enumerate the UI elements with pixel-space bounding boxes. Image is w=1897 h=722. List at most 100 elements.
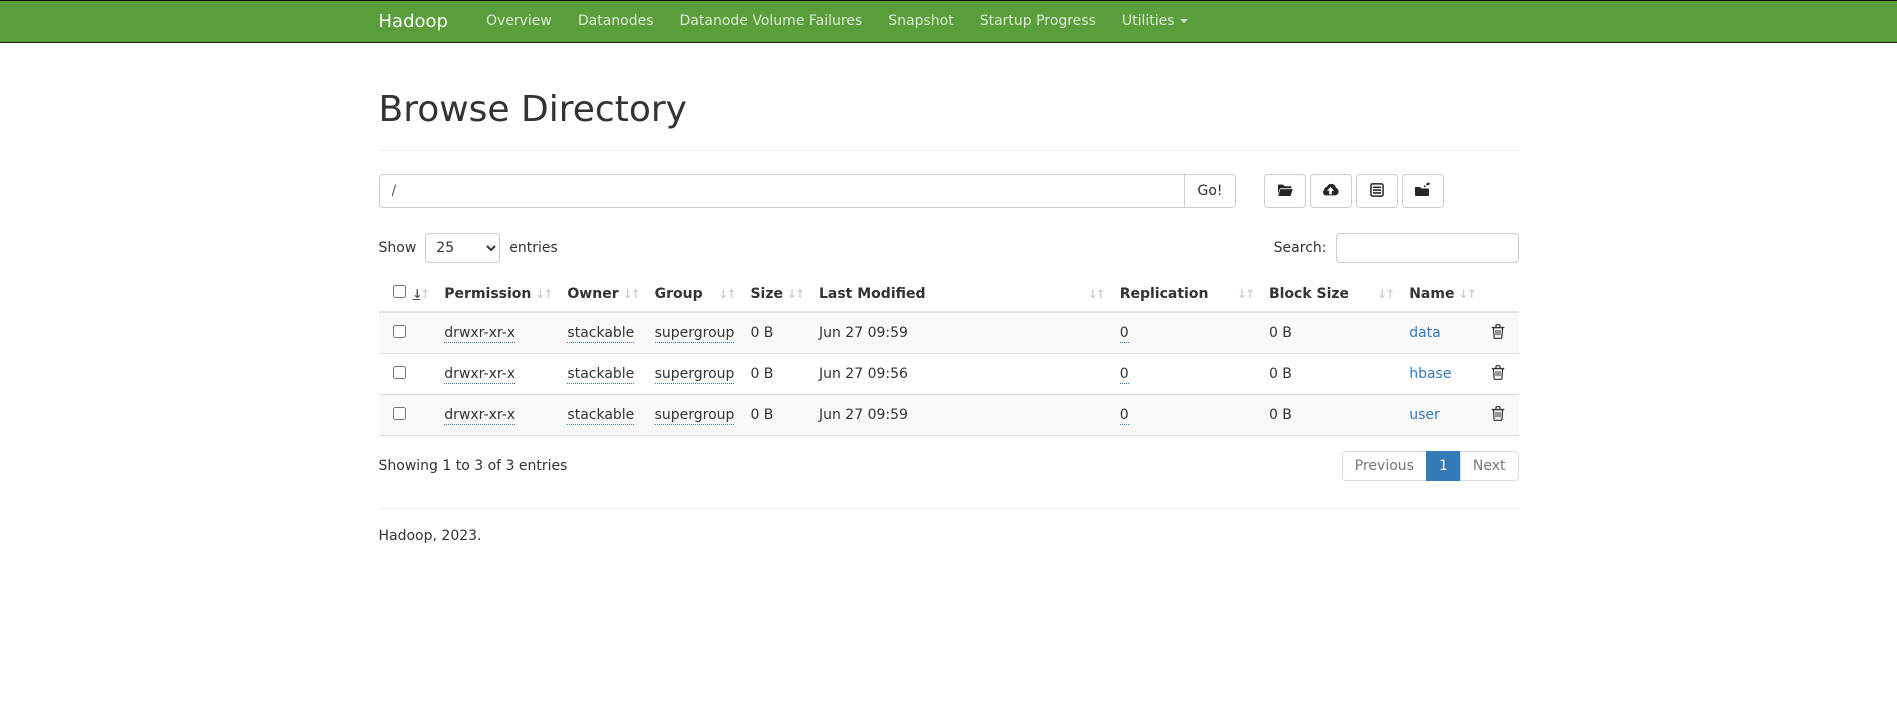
last-modified-value: Jun 27 09:59 — [819, 407, 908, 423]
header-size[interactable]: Size ↓↑ — [742, 276, 811, 312]
pagination-page-1: 1 — [1427, 451, 1461, 481]
divider — [379, 150, 1519, 151]
page-1-button[interactable]: 1 — [1426, 451, 1461, 481]
replication-value[interactable]: 0 — [1120, 366, 1129, 384]
explorer-action-buttons — [1264, 174, 1444, 208]
explorer-bar: Go! — [379, 174, 1519, 208]
search-label: Search: — [1274, 240, 1327, 256]
previous-button[interactable]: Previous — [1342, 451, 1427, 481]
header-select-all[interactable]: ↓↑ — [379, 276, 437, 312]
go-button[interactable]: Go! — [1185, 174, 1235, 208]
trash-icon — [1491, 327, 1505, 342]
page-size-control: Show 25 entries — [379, 233, 558, 263]
select-all-checkbox[interactable] — [393, 285, 406, 298]
last-modified-value: Jun 27 09:59 — [819, 325, 908, 341]
size-value: 0 B — [750, 325, 773, 341]
header-last-modified-label: Last Modified — [819, 286, 926, 302]
pagination: Previous 1 Next — [1342, 451, 1519, 481]
delete-button[interactable] — [1491, 364, 1505, 383]
header-group[interactable]: Group ↓↑ — [647, 276, 743, 312]
nav-item-overview[interactable]: Overview — [473, 1, 565, 42]
header-block-size[interactable]: Block Size↓↑ — [1261, 276, 1401, 312]
cut-paste-button[interactable] — [1356, 174, 1398, 208]
row-checkbox[interactable] — [393, 325, 406, 338]
move-button[interactable] — [1402, 174, 1444, 208]
sort-icon: ↓↑ — [787, 287, 803, 301]
header-actions — [1483, 276, 1519, 312]
group-value[interactable]: supergroup — [655, 325, 735, 343]
directory-table: ↓↑ Permission ↓↑ Owner ↓↑ Group ↓↑ Size ↓↑ L… — [379, 276, 1519, 436]
header-name[interactable]: Name↓↑ — [1401, 276, 1482, 312]
sort-icon: ↓↑ — [412, 287, 428, 301]
header-size-label: Size — [750, 286, 783, 302]
owner-value[interactable]: stackable — [567, 366, 634, 384]
search-control: Search: — [1274, 233, 1519, 263]
sort-icon: ↓↑ — [1088, 287, 1104, 301]
nav-item-datanodes[interactable]: Datanodes — [565, 1, 667, 42]
replication-value[interactable]: 0 — [1120, 407, 1129, 425]
sort-icon: ↓↑ — [535, 287, 551, 301]
row-checkbox[interactable] — [393, 407, 406, 420]
delete-button[interactable] — [1491, 323, 1505, 342]
search-input[interactable] — [1336, 233, 1519, 263]
header-owner-label: Owner — [567, 286, 618, 302]
upload-file-button[interactable] — [1310, 174, 1352, 208]
table-controls: Show 25 entries Search: — [379, 233, 1519, 263]
page-title: Browse Directory — [379, 89, 1519, 130]
table-footer: Showing 1 to 3 of 3 entries Previous 1 N… — [379, 451, 1519, 481]
pagination-previous: Previous — [1342, 451, 1427, 481]
block-size-value: 0 B — [1269, 407, 1292, 423]
create-directory-button[interactable] — [1264, 174, 1306, 208]
permission-value[interactable]: drwxr-xr-x — [444, 366, 515, 384]
owner-value[interactable]: stackable — [567, 325, 634, 343]
header-replication-label: Replication — [1120, 286, 1209, 302]
header-group-label: Group — [655, 286, 703, 302]
header-owner[interactable]: Owner ↓↑ — [559, 276, 646, 312]
caret-down-icon — [1180, 19, 1188, 23]
path-input[interactable] — [379, 174, 1186, 208]
directory-link[interactable]: user — [1409, 407, 1440, 423]
block-size-value: 0 B — [1269, 325, 1292, 341]
replication-value[interactable]: 0 — [1120, 325, 1129, 343]
group-value[interactable]: supergroup — [655, 407, 735, 425]
nav-item-snapshot[interactable]: Snapshot — [875, 1, 966, 42]
table-row: drwxr-xr-x stackable supergroup 0 B Jun … — [379, 395, 1519, 436]
show-label: Show — [379, 240, 417, 256]
brand-hadoop[interactable]: Hadoop — [379, 1, 463, 42]
header-replication[interactable]: Replication ↓↑ — [1112, 276, 1261, 312]
entries-summary: Showing 1 to 3 of 3 entries — [379, 458, 568, 474]
sort-icon: ↓↑ — [1237, 287, 1253, 301]
entries-label: entries — [509, 240, 558, 256]
directory-link[interactable]: hbase — [1409, 366, 1451, 382]
top-navbar: Hadoop Overview Datanodes Datanode Volum… — [0, 0, 1897, 43]
trash-icon — [1491, 409, 1505, 424]
row-checkbox[interactable] — [393, 366, 406, 379]
group-value[interactable]: supergroup — [655, 366, 735, 384]
folder-move-icon — [1414, 182, 1431, 200]
size-value: 0 B — [750, 366, 773, 382]
sort-icon: ↓↑ — [718, 287, 734, 301]
permission-value[interactable]: drwxr-xr-x — [444, 407, 515, 425]
nav-item-datanode-volume-failures[interactable]: Datanode Volume Failures — [667, 1, 876, 42]
directory-link[interactable]: data — [1409, 325, 1441, 341]
folder-open-icon — [1277, 183, 1293, 200]
nav-item-utilities[interactable]: Utilities — [1109, 1, 1201, 42]
table-header-row: ↓↑ Permission ↓↑ Owner ↓↑ Group ↓↑ Size ↓↑ L… — [379, 276, 1519, 312]
nav-item-startup-progress[interactable]: Startup Progress — [967, 1, 1109, 42]
header-last-modified[interactable]: Last Modified ↓↑ — [811, 276, 1112, 312]
cloud-upload-icon — [1322, 183, 1339, 199]
path-input-group: Go! — [379, 174, 1236, 208]
footer-divider — [379, 508, 1519, 509]
page-size-select[interactable]: 25 — [425, 233, 500, 263]
permission-value[interactable]: drwxr-xr-x — [444, 325, 515, 343]
sort-icon: ↓↑ — [622, 287, 638, 301]
nav-item-utilities-label: Utilities — [1122, 13, 1175, 29]
trash-icon — [1491, 368, 1505, 383]
block-size-value: 0 B — [1269, 366, 1292, 382]
next-button[interactable]: Next — [1460, 451, 1519, 481]
header-permission[interactable]: Permission ↓↑ — [436, 276, 559, 312]
owner-value[interactable]: stackable — [567, 407, 634, 425]
list-icon — [1370, 183, 1384, 200]
header-permission-label: Permission — [444, 286, 531, 302]
delete-button[interactable] — [1491, 405, 1505, 424]
